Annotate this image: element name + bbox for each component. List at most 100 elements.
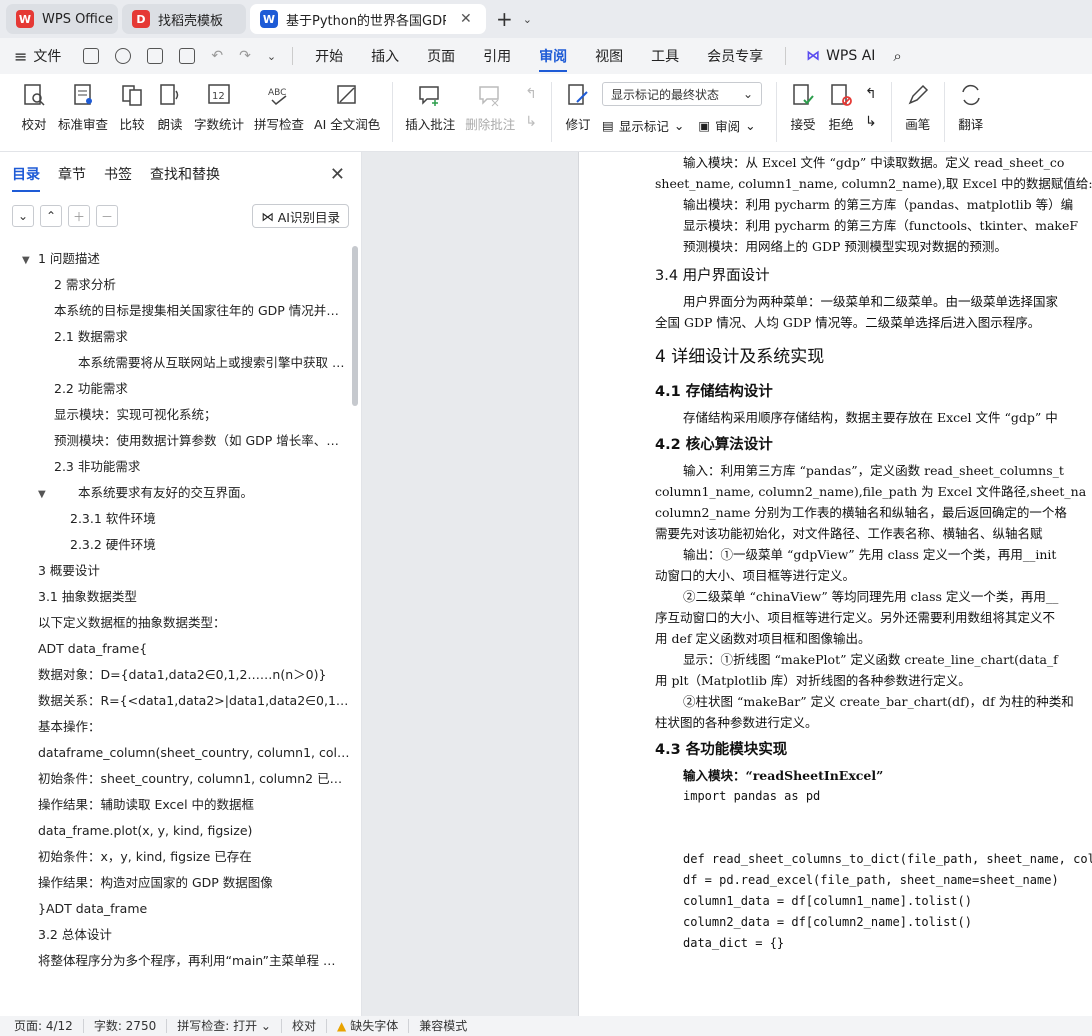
doc-line: 存储结构采用顺序存储结构，数据主要存放在 Excel 文件 “gdp” 中: [683, 410, 1058, 425]
wps-ai-button[interactable]: ⋈ WPS AI: [794, 48, 887, 64]
proofread-status[interactable]: 校对: [282, 1019, 327, 1033]
toc-scrollbar[interactable]: [352, 246, 358, 406]
toc-item[interactable]: dataframe_column(sheet_country, column1,…: [0, 740, 350, 766]
document-page[interactable]: 输入模块：从 Excel 文件 “gdp” 中读取数据。定义 read_shee…: [578, 152, 1092, 1016]
nav-tab[interactable]: 目录: [12, 164, 40, 192]
chevron-down-icon[interactable]: ⌄: [523, 13, 532, 26]
menu-tab[interactable]: 会员专享: [693, 38, 777, 74]
spell-check-status[interactable]: 拼写检查: 打开 ⌄: [167, 1019, 282, 1033]
toc-item[interactable]: ADT data_frame{: [0, 636, 350, 662]
prev-comment-icon[interactable]: ↰: [525, 86, 537, 102]
hamburger-icon[interactable]: ≡: [14, 47, 27, 66]
std-review-button[interactable]: 标准审查: [58, 82, 108, 133]
toc-item[interactable]: 初始条件：sheet_country, column1, column2 已存在: [0, 766, 350, 792]
close-tab-icon[interactable]: ✕: [460, 11, 472, 27]
remove-heading-icon[interactable]: －: [96, 205, 118, 227]
revise-button[interactable]: 修订: [564, 82, 592, 133]
toc-item[interactable]: 显示模块：实现可视化系统；: [0, 402, 350, 428]
insert-comment-button[interactable]: 插入批注: [405, 82, 455, 133]
tab-label: 找稻壳模板: [158, 13, 224, 29]
new-tab-icon[interactable]: +: [490, 7, 519, 31]
toc-item[interactable]: data_frame.plot(x, y, kind, figsize): [0, 818, 350, 844]
save-icon[interactable]: [83, 48, 100, 64]
expand-icon[interactable]: ⌃: [40, 205, 62, 227]
show-markup-button[interactable]: ▤ 显示标记 ⌄: [602, 112, 684, 138]
toc-item[interactable]: 3.1 抽象数据类型: [0, 584, 350, 610]
toc-item[interactable]: 以下定义数据框的抽象数据类型：: [0, 610, 350, 636]
collapse-all-icon[interactable]: ⌄: [12, 205, 34, 227]
next-change-icon[interactable]: ↳: [865, 114, 877, 130]
reject-button[interactable]: 拒绝: [827, 82, 855, 133]
close-icon[interactable]: ✕: [330, 164, 345, 185]
toc-item[interactable]: 基本操作：: [0, 714, 350, 740]
print-icon[interactable]: [147, 48, 164, 64]
toc-item[interactable]: 2.1 数据需求: [0, 324, 350, 350]
page-indicator[interactable]: 页面: 4/12: [14, 1019, 84, 1033]
menu-tab[interactable]: 插入: [357, 38, 413, 74]
tab-wps-office[interactable]: W WPS Office: [6, 4, 118, 34]
toc-item[interactable]: 2.2 功能需求: [0, 376, 350, 402]
toc-item[interactable]: 操作结果：辅助读取 Excel 中的数据框: [0, 792, 350, 818]
toc-item[interactable]: 3.2 总体设计: [0, 922, 350, 948]
markup-state-dropdown[interactable]: 显示标记的最终状态 ⌄: [602, 82, 763, 106]
toc-item[interactable]: 本系统的目标是搜集相关国家往年的 GDP 情况并以…: [0, 298, 350, 324]
toc-item[interactable]: 2.3.2 硬件环境: [0, 532, 350, 558]
ai-toc-button[interactable]: ⋈ AI识别目录: [252, 204, 349, 228]
prev-change-icon[interactable]: ↰: [865, 86, 877, 102]
missing-font-status[interactable]: ▲ 缺失字体: [327, 1019, 410, 1033]
tab-label: WPS Office: [42, 11, 114, 27]
add-heading-icon[interactable]: ＋: [68, 205, 90, 227]
toc-item[interactable]: 本系统需要将从互联网站上或搜索引擎中获取 …: [0, 350, 350, 376]
toc-item[interactable]: 2.3.1 软件环境: [0, 506, 350, 532]
pen-button[interactable]: 画笔: [904, 82, 932, 133]
toc-item[interactable]: }ADT data_frame: [0, 896, 350, 922]
tab-document[interactable]: W 基于Python的世界各国GDP和 ✕: [250, 4, 486, 34]
ai-polish-button[interactable]: AI 全文润色: [314, 82, 380, 133]
toc-item[interactable]: 2.3 非功能需求: [0, 454, 350, 480]
expand-arrow-icon[interactable]: ▼: [38, 482, 78, 506]
toc-item[interactable]: 数据对象：D={data1,data2∈0,1,2……n(n＞0)}: [0, 662, 350, 688]
toc-item[interactable]: ▼ 1 问题描述: [0, 246, 350, 272]
nav-tab[interactable]: 书签: [104, 164, 132, 184]
toc-item[interactable]: 将整体程序分为多个程序，再利用“main”主菜单程 …: [0, 948, 350, 974]
chevron-down-icon[interactable]: ⌄: [267, 50, 276, 63]
read-aloud-button[interactable]: 朗读: [156, 82, 184, 133]
toc-item[interactable]: 操作结果：构造对应国家的 GDP 数据图像: [0, 870, 350, 896]
nav-tab[interactable]: 查找和替换: [150, 164, 220, 184]
spell-check-button[interactable]: ABC 拼写检查: [254, 82, 304, 133]
toc-item[interactable]: 2 需求分析: [0, 272, 350, 298]
toc-item[interactable]: 3 概要设计: [0, 558, 350, 584]
review-pane-button[interactable]: ▣ 审阅 ⌄: [698, 112, 755, 138]
word-count[interactable]: 字数: 2750: [84, 1019, 168, 1033]
menu-tab[interactable]: 页面: [413, 38, 469, 74]
word-count-button[interactable]: 12 字数统计: [194, 82, 244, 133]
expand-arrow-icon[interactable]: ▼: [22, 248, 38, 272]
accept-button[interactable]: 接受: [789, 82, 817, 133]
menu-file[interactable]: 文件: [33, 46, 61, 66]
menu-bar: ≡ 文件 ↶ ↷ ⌄ 开始 插入 页面 引用 审阅 视图 工具 会员专享 ⋈ WPS AI ⌕: [0, 38, 1092, 74]
toc-item[interactable]: 初始条件：x，y, kind, figsize 已存在: [0, 844, 350, 870]
undo-icon[interactable]: ↶: [211, 48, 223, 64]
toc-item-label: 2.2 功能需求: [54, 381, 128, 396]
print-preview-icon[interactable]: [179, 48, 196, 64]
search-icon[interactable]: ⌕: [893, 47, 901, 65]
nav-tab[interactable]: 章节: [58, 164, 86, 184]
share-icon[interactable]: [115, 48, 132, 64]
delete-comment-button[interactable]: 删除批注: [465, 82, 515, 133]
menu-tab[interactable]: 开始: [301, 38, 357, 74]
next-comment-icon[interactable]: ↳: [525, 114, 537, 130]
toc-item[interactable]: ▼ 本系统要求有友好的交互界面。: [0, 480, 350, 506]
menu-tab[interactable]: 工具: [637, 38, 693, 74]
proofread-button[interactable]: 校对: [20, 82, 48, 133]
document-body[interactable]: 输入模块：从 Excel 文件 “gdp” 中读取数据。定义 read_shee…: [655, 152, 1092, 954]
toc-item[interactable]: 预测模块：使用数据计算参数（如 GDP 增长率、人…: [0, 428, 350, 454]
compare-button[interactable]: 比较: [118, 82, 146, 133]
tab-docer[interactable]: D 找稻壳模板: [122, 4, 246, 34]
redo-icon[interactable]: ↷: [239, 48, 251, 64]
translate-button[interactable]: 翻译: [957, 82, 985, 133]
menu-tab[interactable]: 审阅: [525, 38, 581, 74]
toc-item[interactable]: 数据关系：R={<data1,data2>|data1,data2∈0,1,2……: [0, 688, 350, 714]
menu-tab[interactable]: 视图: [581, 38, 637, 74]
menu-tab[interactable]: 引用: [469, 38, 525, 74]
status-bar: 页面: 4/12 字数: 2750 拼写检查: 打开 ⌄ 校对 ▲ 缺失字体 兼容…: [0, 1016, 1092, 1036]
